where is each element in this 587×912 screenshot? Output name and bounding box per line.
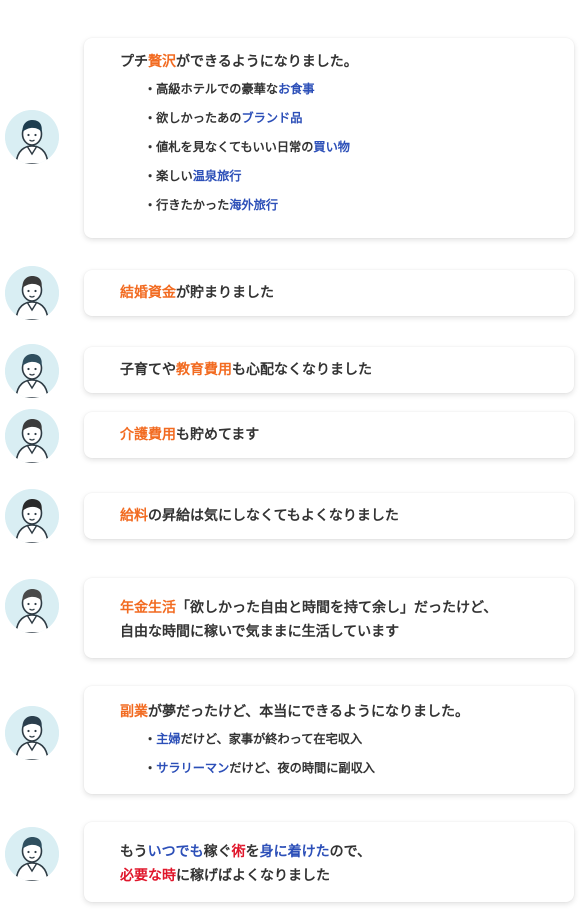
text-segment: ができるようになりました。: [176, 54, 358, 70]
testimonial-text: 年金生活「欲しかった自由と時間を持て余し」だったけど、: [120, 596, 560, 620]
testimonial-card: 年金生活「欲しかった自由と時間を持て余し」だったけど、自由な時間に稼いで気ままに…: [84, 578, 574, 658]
testimonial-card: 子育てや教育費用も心配なくなりました: [84, 347, 574, 393]
bullet-list: ・主婦だけど、家事が終わって在宅収入 ・サラリーマンだけど、夜の時間に副収入: [120, 730, 560, 777]
highlight-text: 主婦: [156, 732, 181, 746]
text-segment: 自由な時間に稼いで気ままに生活しています: [120, 624, 400, 640]
testimonial-card: 給料の昇給は気にしなくてもよくなりました: [84, 493, 574, 539]
testimonial-text: 必要な時に稼げばよくなりました: [120, 864, 560, 888]
person-icon: [5, 344, 59, 398]
text-segment: だけど、家事が終わって在宅収入: [180, 732, 363, 746]
bullet-item: ・楽しい温泉旅行: [120, 167, 560, 185]
text-segment: ・行きたかった: [144, 198, 230, 212]
highlight-text: 海外旅行: [229, 198, 279, 212]
highlight-text: ブランド品: [241, 111, 303, 125]
testimonial-card: 副業が夢だったけど、本当にできるようになりました。 ・主婦だけど、家事が終わって在…: [84, 686, 574, 794]
text-segment: もう: [120, 844, 148, 860]
avatar: [5, 409, 59, 463]
testimonial-text: 給料の昇給は気にしなくてもよくなりました: [120, 506, 560, 526]
testimonial-text: 結婚資金が貯まりました: [120, 283, 560, 303]
highlight-text: 身に着けた: [259, 844, 330, 860]
person-icon: [5, 110, 59, 164]
person-icon: [5, 706, 59, 760]
text-segment: ・高級ホテルでの豪華な: [144, 82, 279, 96]
person-icon: [5, 266, 59, 320]
bullet-item: ・高級ホテルでの豪華なお食事: [120, 80, 560, 98]
avatar: [5, 579, 59, 633]
highlight-text: 温泉旅行: [192, 169, 242, 183]
avatar: [5, 266, 59, 320]
text-segment: に稼げばよくなりました: [176, 868, 330, 884]
testimonial-card: 介護費用も貯めてます: [84, 412, 574, 458]
text-segment: だけど、夜の時間に副収入: [229, 761, 375, 775]
text-segment: ・値札を見なくてもいい日常の: [144, 140, 314, 154]
avatar: [5, 489, 59, 543]
bullet-list: ・高級ホテルでの豪華なお食事 ・欲しかったあのブランド品 ・値札を見なくてもいい日常…: [120, 80, 560, 214]
text-segment: の昇給は気にしなくてもよくなりました: [148, 508, 399, 524]
highlight-text: 介護費用: [120, 427, 176, 443]
testimonial-text: プチ贅沢ができるようになりました。: [120, 52, 560, 72]
text-segment: 子育てや: [120, 362, 176, 378]
text-segment: が貯まりました: [176, 285, 274, 301]
highlight-text: 買い物: [313, 140, 350, 154]
highlight-text: 給料: [120, 508, 148, 524]
testimonial-card: 結婚資金が貯まりました: [84, 270, 574, 316]
highlight-text: 副業: [120, 704, 148, 720]
text-segment: ・: [144, 732, 157, 746]
avatar: [5, 827, 59, 881]
text-segment: プチ: [120, 54, 148, 70]
text-segment: ・欲しかったあの: [144, 111, 242, 125]
testimonial-text: 自由な時間に稼いで気ままに生活しています: [120, 620, 560, 644]
text-segment: ・: [144, 761, 157, 775]
person-icon: [5, 489, 59, 543]
highlight-text: お食事: [278, 82, 315, 96]
bullet-item: ・欲しかったあのブランド品: [120, 109, 560, 127]
highlight-text: いつでも: [147, 844, 204, 860]
person-icon: [5, 579, 59, 633]
bullet-item: ・サラリーマンだけど、夜の時間に副収入: [120, 759, 560, 777]
avatar: [5, 706, 59, 760]
avatar: [5, 110, 59, 164]
bullet-item: ・行きたかった海外旅行: [120, 196, 560, 214]
testimonial-text: 副業が夢だったけど、本当にできるようになりました。: [120, 702, 560, 722]
text-segment: が夢だったけど、本当にできるようになりました。: [148, 704, 470, 720]
highlight-text: 教育費用: [176, 362, 232, 378]
highlight-text: 贅沢: [148, 54, 176, 70]
testimonial-text: 子育てや教育費用も心配なくなりました: [120, 360, 560, 380]
testimonial-card: プチ贅沢ができるようになりました。 ・高級ホテルでの豪華なお食事 ・欲しかったあのブ…: [84, 38, 574, 238]
highlight-text: 術: [231, 844, 246, 860]
testimonial-text: 介護費用も貯めてます: [120, 425, 560, 445]
person-icon: [5, 409, 59, 463]
highlight-text: 結婚資金: [120, 285, 176, 301]
text-segment: も心配なくなりました: [232, 362, 372, 378]
testimonial-text: もういつでも稼ぐ術を身に着けたので、: [120, 840, 560, 864]
text-segment: 「欲しかった自由と時間を持て余し」だったけど、: [176, 600, 498, 616]
text-segment: 稼ぐ: [203, 844, 232, 860]
highlight-text: 必要な時: [120, 868, 176, 884]
bullet-item: ・主婦だけど、家事が終わって在宅収入: [120, 730, 560, 748]
text-segment: ・楽しい: [144, 169, 193, 183]
highlight-text: サラリーマン: [156, 761, 230, 775]
testimonial-card: もういつでも稼ぐ術を身に着けたので、 必要な時に稼げばよくなりました: [84, 822, 574, 902]
text-segment: も貯めてます: [176, 427, 260, 443]
person-icon: [5, 827, 59, 881]
avatar: [5, 344, 59, 398]
text-segment: ので、: [329, 844, 372, 860]
text-segment: を: [245, 844, 260, 860]
bullet-item: ・値札を見なくてもいい日常の買い物: [120, 138, 560, 156]
highlight-text: 年金生活: [120, 600, 176, 616]
